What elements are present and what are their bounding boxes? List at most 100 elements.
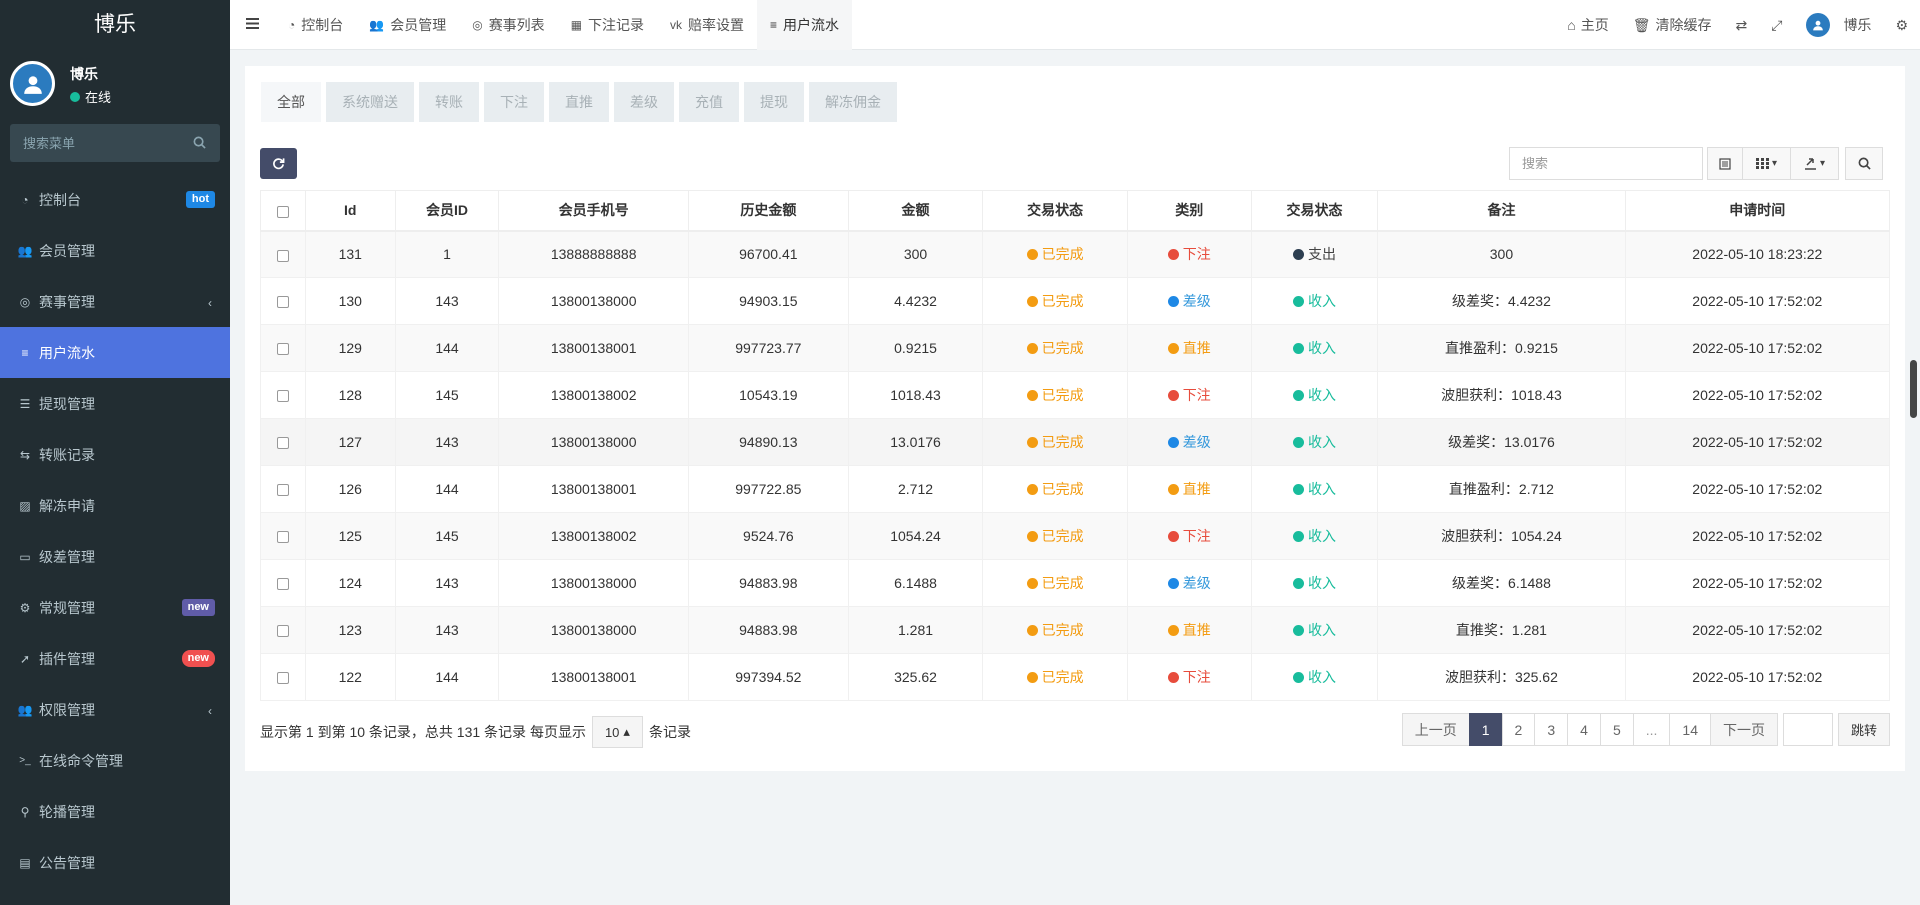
sidebar-item-2[interactable]: ◎ 赛事管理 ‹ (0, 276, 230, 327)
language-button[interactable]: ⇄ (1724, 0, 1760, 50)
filter-tab-8[interactable]: 解冻佣金 (809, 82, 897, 122)
filter-tab-0[interactable]: 全部 (261, 82, 321, 122)
sidebar-item-11[interactable]: >_ 在线命令管理 (0, 735, 230, 786)
sidebar-item-5[interactable]: ⇆ 转账记录 (0, 429, 230, 480)
column-header[interactable]: 交易状态 (1250, 190, 1379, 232)
sidebar-item-8[interactable]: ⚙ 常规管理 new (0, 582, 230, 633)
table-row[interactable]: 125 145 13800138002 9524.76 1054.24 已完成 下注 收入 波胆… (260, 512, 1891, 560)
fullscreen-button[interactable]: ⤢ (1759, 0, 1794, 50)
search-icon[interactable] (193, 136, 206, 149)
top-tab-3[interactable]: ▦ 下注记录 (558, 0, 657, 50)
top-tab-2[interactable]: ◎ 赛事列表 (459, 0, 557, 50)
prev-page-button[interactable]: 上一页 (1401, 713, 1470, 746)
table-row[interactable]: 127 143 13800138000 94890.13 13.0176 已完成 差级 收入 级… (260, 418, 1891, 466)
row-checkbox[interactable] (276, 578, 289, 591)
sidebar-item-label: 用户流水 (39, 344, 95, 361)
row-checkbox[interactable] (276, 296, 289, 309)
menu-search-input[interactable] (10, 124, 220, 162)
top-tab-1[interactable]: 👥 会员管理 (356, 0, 459, 50)
table-row[interactable]: 124 143 13800138000 94883.98 6.1488 已完成 差级 收入 级差… (260, 559, 1891, 607)
column-header[interactable]: 交易状态 (982, 190, 1128, 232)
refresh-button[interactable] (260, 148, 297, 179)
table-row[interactable]: 123 143 13800138000 94883.98 1.281 已完成 直推 收入 直推奖… (260, 606, 1891, 654)
page-button[interactable]: 5 (1599, 713, 1634, 746)
avatar (10, 61, 55, 106)
table-row[interactable]: 129 144 13800138001 997723.77 0.9215 已完成 直推 收入 直… (260, 324, 1891, 372)
page-button[interactable]: 2 (1501, 713, 1536, 746)
table-row[interactable]: 128 145 13800138002 10543.19 1018.43 已完成 下注 收入 波… (260, 371, 1891, 419)
page-button[interactable]: 14 (1669, 713, 1711, 746)
row-checkbox[interactable] (276, 390, 289, 403)
filter-tabs: 全部 系统赠送 转账 下注 直推 差级 充值 提现 解冻佣金 (261, 82, 897, 122)
table-row[interactable]: 131 1 13888888888 96700.41 300 已完成 下注 支出 300 2022… (260, 230, 1891, 278)
row-checkbox[interactable] (276, 437, 289, 450)
column-header[interactable]: 备注 (1377, 190, 1626, 232)
sidebar-item-13[interactable]: ▤ 公告管理 (0, 837, 230, 888)
page-size-select[interactable]: 10 ▴ (591, 716, 643, 748)
table-row[interactable]: 126 144 13800138001 997722.85 2.712 已完成 直推 收入 直推… (260, 465, 1891, 513)
row-checkbox[interactable] (276, 484, 289, 497)
column-header[interactable]: 类别 (1126, 190, 1252, 232)
sidebar-item-3[interactable]: ≡ 用户流水 (0, 327, 230, 378)
row-checkbox[interactable] (276, 343, 289, 356)
sidebar-toggle-icon[interactable] (230, 16, 275, 34)
page-button[interactable]: 1 (1468, 713, 1503, 746)
column-header[interactable]: 金额 (847, 190, 984, 232)
app-logo[interactable]: 博乐 (0, 0, 230, 50)
column-header[interactable]: Id (304, 190, 396, 232)
cell-time: 2022-05-10 17:52:02 (1624, 324, 1891, 372)
row-checkbox[interactable] (276, 625, 289, 638)
filter-tab-2[interactable]: 转账 (419, 82, 479, 122)
column-header[interactable]: 申请时间 (1624, 190, 1891, 232)
clear-cache-button[interactable]: 🗑 清除缓存 (1621, 0, 1724, 50)
home-link[interactable]: ⌂ 主页 (1555, 0, 1620, 50)
user-menu[interactable]: 博乐 (1794, 0, 1883, 50)
sidebar-item-4[interactable]: ☰ 提现管理 (0, 378, 230, 429)
sidebar-item-0[interactable]: ◔ 控制台 hot (0, 174, 230, 225)
filter-tab-4[interactable]: 直推 (549, 82, 609, 122)
filter-tab-7[interactable]: 提现 (744, 82, 804, 122)
cell-member-id: 143 (394, 418, 500, 466)
page-button[interactable]: 3 (1534, 713, 1569, 746)
jump-button[interactable]: 跳转 (1837, 713, 1890, 746)
next-page-button[interactable]: 下一页 (1709, 713, 1778, 746)
filter-tab-5[interactable]: 差级 (614, 82, 674, 122)
sidebar-item-12[interactable]: ⚲ 轮播管理 (0, 786, 230, 837)
table-search-input[interactable] (1509, 147, 1703, 180)
row-checkbox[interactable] (276, 531, 289, 544)
sidebar-item-6[interactable]: ▨ 解冻申请 (0, 480, 230, 531)
page-button[interactable]: 4 (1567, 713, 1601, 746)
filter-tab-3[interactable]: 下注 (484, 82, 544, 122)
sidebar-item-9[interactable]: ➚ 插件管理 new (0, 633, 230, 684)
table-header-row: Id 会员ID 会员手机号 历史金额 金额 交易状态 类别 交易状态 备注 申请时间 (260, 190, 1891, 232)
filter-tab-6[interactable]: 充值 (679, 82, 739, 122)
top-tab-0[interactable]: ◔ 控制台 (275, 0, 356, 50)
sidebar-item-1[interactable]: 👥 会员管理 (0, 225, 230, 276)
cell-member-id: 145 (394, 512, 500, 560)
cell-id: 129 (304, 324, 396, 372)
top-tab-5[interactable]: ≡ 用户流水 (757, 0, 853, 50)
cell-note: 级差奖：13.0176 (1377, 418, 1626, 466)
export-button[interactable]: ▾ (1790, 147, 1839, 180)
column-header[interactable]: 历史金额 (688, 190, 849, 232)
column-header[interactable]: 会员ID (394, 190, 500, 232)
column-header[interactable]: 会员手机号 (498, 190, 689, 232)
page-button[interactable]: ... (1632, 713, 1671, 746)
row-checkbox[interactable] (276, 672, 289, 685)
toggle-view-button[interactable] (1707, 147, 1743, 180)
cell-history: 94883.98 (688, 606, 849, 654)
jump-page-input[interactable] (1782, 713, 1833, 746)
filter-tab-1[interactable]: 系统赠送 (326, 82, 414, 122)
page-scrollbar[interactable] (1910, 360, 1917, 418)
advanced-search-button[interactable] (1845, 147, 1883, 180)
cell-member-id: 143 (394, 277, 500, 325)
select-all-checkbox[interactable] (276, 205, 289, 218)
table-row[interactable]: 122 144 13800138001 997394.52 325.62 已完成 下注 收入 波… (260, 653, 1891, 701)
columns-button[interactable]: ▾ (1742, 147, 1791, 180)
sidebar-item-7[interactable]: ▭ 级差管理 (0, 531, 230, 582)
top-tab-4[interactable]: vk 赔率设置 (657, 0, 757, 50)
sidebar-item-10[interactable]: 👥 权限管理 ‹ (0, 684, 230, 735)
settings-button[interactable]: ⚙ (1883, 0, 1920, 50)
table-row[interactable]: 130 143 13800138000 94903.15 4.4232 已完成 差级 收入 级差… (260, 277, 1891, 325)
row-checkbox[interactable] (276, 249, 289, 262)
